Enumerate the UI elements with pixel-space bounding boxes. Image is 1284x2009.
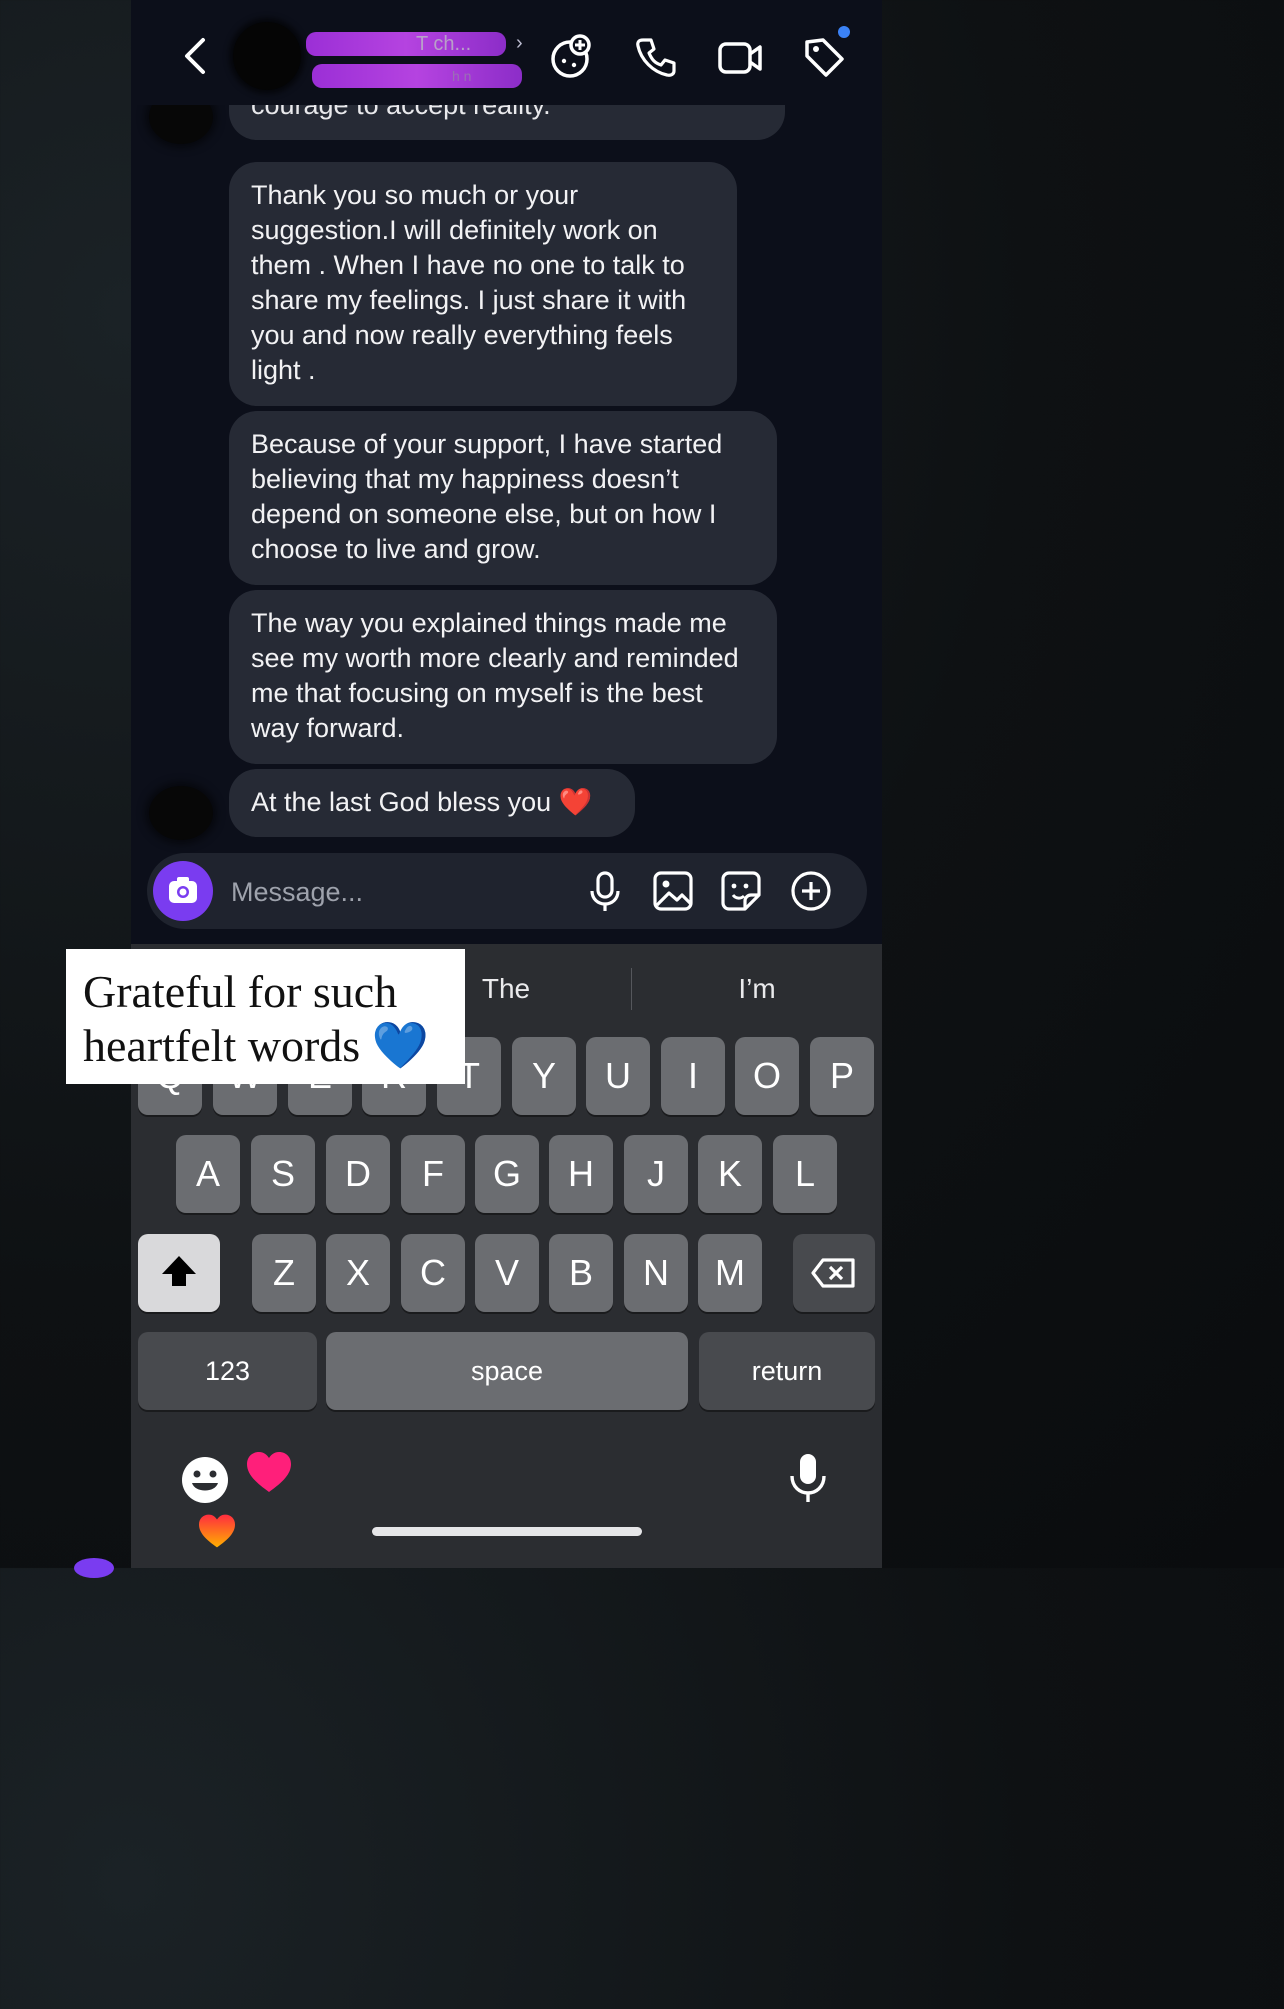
video-icon[interactable] — [717, 34, 763, 80]
message-input[interactable] — [229, 853, 553, 931]
add-effects-icon[interactable] — [547, 34, 593, 80]
message-composer — [147, 853, 867, 931]
key-h[interactable]: H — [549, 1135, 613, 1213]
key-d[interactable]: D — [326, 1135, 390, 1213]
message-bubble[interactable]: Thank you so much or your suggestion.I w… — [229, 162, 737, 406]
key-v[interactable]: V — [475, 1234, 539, 1312]
home-indicator[interactable] — [372, 1527, 642, 1536]
contact-name: T ch... — [306, 32, 506, 56]
chevron-right-icon: › — [516, 32, 523, 54]
message-bubble[interactable]: The way you explained things made me see… — [229, 590, 777, 764]
key-f[interactable]: F — [401, 1135, 465, 1213]
caption-line-2: heartfelt words 💙 — [83, 1020, 429, 1071]
backspace-icon — [811, 1258, 855, 1288]
phone-icon[interactable] — [633, 34, 679, 80]
key-s[interactable]: S — [251, 1135, 315, 1213]
message-text: Thank you so much or your suggestion.I w… — [251, 180, 687, 385]
back-icon[interactable] — [175, 34, 215, 78]
chat-screen: T ch... h n › courage to accept reality.… — [131, 0, 882, 1568]
sender-avatar — [149, 786, 213, 840]
shift-key[interactable] — [138, 1234, 220, 1312]
key-i[interactable]: I — [661, 1037, 725, 1115]
purple-blob — [74, 1558, 114, 1578]
gallery-icon[interactable] — [651, 869, 695, 913]
key-b[interactable]: B — [549, 1234, 613, 1312]
camera-button[interactable] — [153, 861, 213, 921]
message-text: At the last God bless you ❤️ — [251, 787, 593, 817]
key-z[interactable]: Z — [252, 1234, 316, 1312]
key-m[interactable]: M — [698, 1234, 762, 1312]
contact-avatar[interactable] — [233, 22, 301, 90]
key-o[interactable]: O — [735, 1037, 799, 1115]
caption-line-1: Grateful for such — [83, 966, 398, 1017]
key-x[interactable]: X — [326, 1234, 390, 1312]
key-g[interactable]: G — [475, 1135, 539, 1213]
shift-icon — [162, 1256, 196, 1286]
heart-reaction-icon — [199, 1514, 235, 1548]
suggestion[interactable]: I’m — [632, 944, 882, 1034]
key-y[interactable]: Y — [512, 1037, 576, 1115]
message-text: The way you explained things made me see… — [251, 608, 739, 743]
key-p[interactable]: P — [810, 1037, 874, 1115]
message-bubble[interactable]: Because of your support, I have started … — [229, 411, 777, 585]
return-key[interactable]: return — [699, 1332, 875, 1410]
message-bubble[interactable]: At the last God bless you ❤️ — [229, 769, 635, 837]
contact-name-block[interactable]: T ch... h n › — [306, 28, 536, 90]
dictation-microphone-icon[interactable] — [785, 1450, 831, 1506]
camera-icon — [169, 877, 197, 903]
key-n[interactable]: N — [624, 1234, 688, 1312]
sticker-icon[interactable] — [719, 869, 763, 913]
caption-overlay: Grateful for such heartfelt words 💙 — [66, 949, 465, 1084]
emoji-icon[interactable] — [179, 1454, 231, 1506]
microphone-icon[interactable] — [583, 869, 627, 913]
key-k[interactable]: K — [698, 1135, 762, 1213]
contact-subtitle: h n — [312, 64, 522, 88]
space-key[interactable]: space — [326, 1332, 688, 1410]
tag-icon[interactable] — [801, 34, 847, 80]
key-u[interactable]: U — [586, 1037, 650, 1115]
chat-header: T ch... h n › — [131, 0, 882, 105]
key-c[interactable]: C — [401, 1234, 465, 1312]
backspace-key[interactable] — [793, 1234, 875, 1312]
plus-icon[interactable] — [789, 869, 833, 913]
key-a[interactable]: A — [176, 1135, 240, 1213]
key-j[interactable]: J — [624, 1135, 688, 1213]
heart-reaction-icon — [247, 1452, 291, 1492]
numbers-key[interactable]: 123 — [138, 1332, 317, 1410]
key-l[interactable]: L — [773, 1135, 837, 1213]
notification-dot — [838, 26, 850, 38]
message-text: Because of your support, I have started … — [251, 429, 723, 564]
